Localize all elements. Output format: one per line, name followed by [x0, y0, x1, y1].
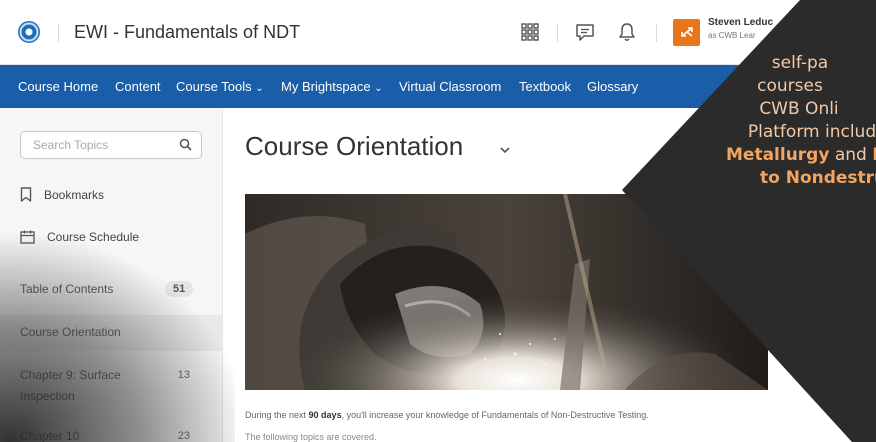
- course-schedule-link[interactable]: Course Schedule: [20, 230, 139, 244]
- toc-item-chapter-10[interactable]: Chapter 10 23: [20, 426, 190, 442]
- search-icon[interactable]: [179, 138, 192, 151]
- app-title[interactable]: EWI - Fundamentals of NDT: [74, 22, 300, 43]
- callout-line: self-pa: [771, 53, 829, 73]
- callout-line: courses: [757, 76, 823, 96]
- toc-item-label: Chapter 9: Surface Inspection: [20, 368, 121, 403]
- nav-virtual-classroom[interactable]: Virtual Classroom: [399, 79, 501, 94]
- toc-count-badge: 51: [165, 281, 194, 297]
- toc-item-label: Chapter 10: [20, 429, 80, 442]
- nav-course-home[interactable]: Course Home: [18, 79, 98, 94]
- nav-my-brightspace[interactable]: My Brightspace ⌄: [281, 79, 383, 94]
- chevron-down-icon[interactable]: [498, 145, 512, 155]
- globe-logo-icon[interactable]: [18, 21, 40, 43]
- callout-bold-1: Metallurgy: [726, 145, 830, 165]
- nav-course-tools[interactable]: Course Tools ⌄: [176, 79, 264, 94]
- nav-my-brightspace-label: My Brightspace: [281, 79, 371, 94]
- table-of-contents-sidebar: Bookmarks Course Schedule Table of Conte…: [0, 108, 223, 442]
- toc-item-chapter-9[interactable]: Chapter 9: Surface Inspection 13: [20, 365, 190, 407]
- nav-textbook[interactable]: Textbook: [519, 79, 571, 94]
- promo-callout-text: self-pa courses CWB Onli Platform includ…: [660, 52, 876, 190]
- toc-item-course-orientation[interactable]: Course Orientation: [20, 322, 205, 343]
- callout-and: and: [829, 145, 873, 165]
- chevron-down-icon: ⌄: [374, 83, 383, 94]
- calendar-icon: [20, 230, 35, 244]
- page-title: Course Orientation: [245, 131, 464, 161]
- intro-prefix: During the next: [245, 410, 309, 420]
- divider: [58, 24, 59, 42]
- toc-item-label: Course Orientation: [20, 325, 121, 339]
- callout-line-bold: Metallurgy and In: [660, 144, 876, 167]
- search-topics-box[interactable]: [20, 131, 202, 159]
- bookmarks-label: Bookmarks: [44, 187, 105, 202]
- callout-line: Platform includ: [747, 122, 876, 142]
- message-bubble-icon[interactable]: [573, 20, 597, 44]
- app-launcher-grid-icon[interactable]: [518, 20, 542, 44]
- nav-course-tools-label: Course Tools: [176, 79, 252, 94]
- toc-label: Table of Contents: [20, 282, 114, 296]
- toc-item-count: 23: [177, 430, 190, 442]
- callout-bold-2: In: [872, 145, 876, 165]
- course-schedule-label: Course Schedule: [47, 230, 140, 244]
- divider: [557, 24, 558, 42]
- callout-line: to Nondestruct: [760, 168, 876, 188]
- chevron-down-icon: ⌄: [255, 83, 264, 94]
- nav-content[interactable]: Content: [115, 79, 161, 94]
- intro-suffix: , you'll increase your knowledge of Fund…: [341, 410, 649, 420]
- intro-line-2: The following topics are covered.: [245, 432, 377, 442]
- bookmarks-link[interactable]: Bookmarks: [20, 187, 104, 202]
- intro-days: 90 days: [308, 410, 342, 420]
- search-topics-input[interactable]: [31, 137, 175, 153]
- toc-item-count: 13: [177, 369, 190, 381]
- intro-paragraph: During the next 90 days, you'll increase…: [245, 410, 649, 420]
- callout-line: CWB Onli: [759, 99, 839, 119]
- bookmark-icon: [20, 187, 32, 202]
